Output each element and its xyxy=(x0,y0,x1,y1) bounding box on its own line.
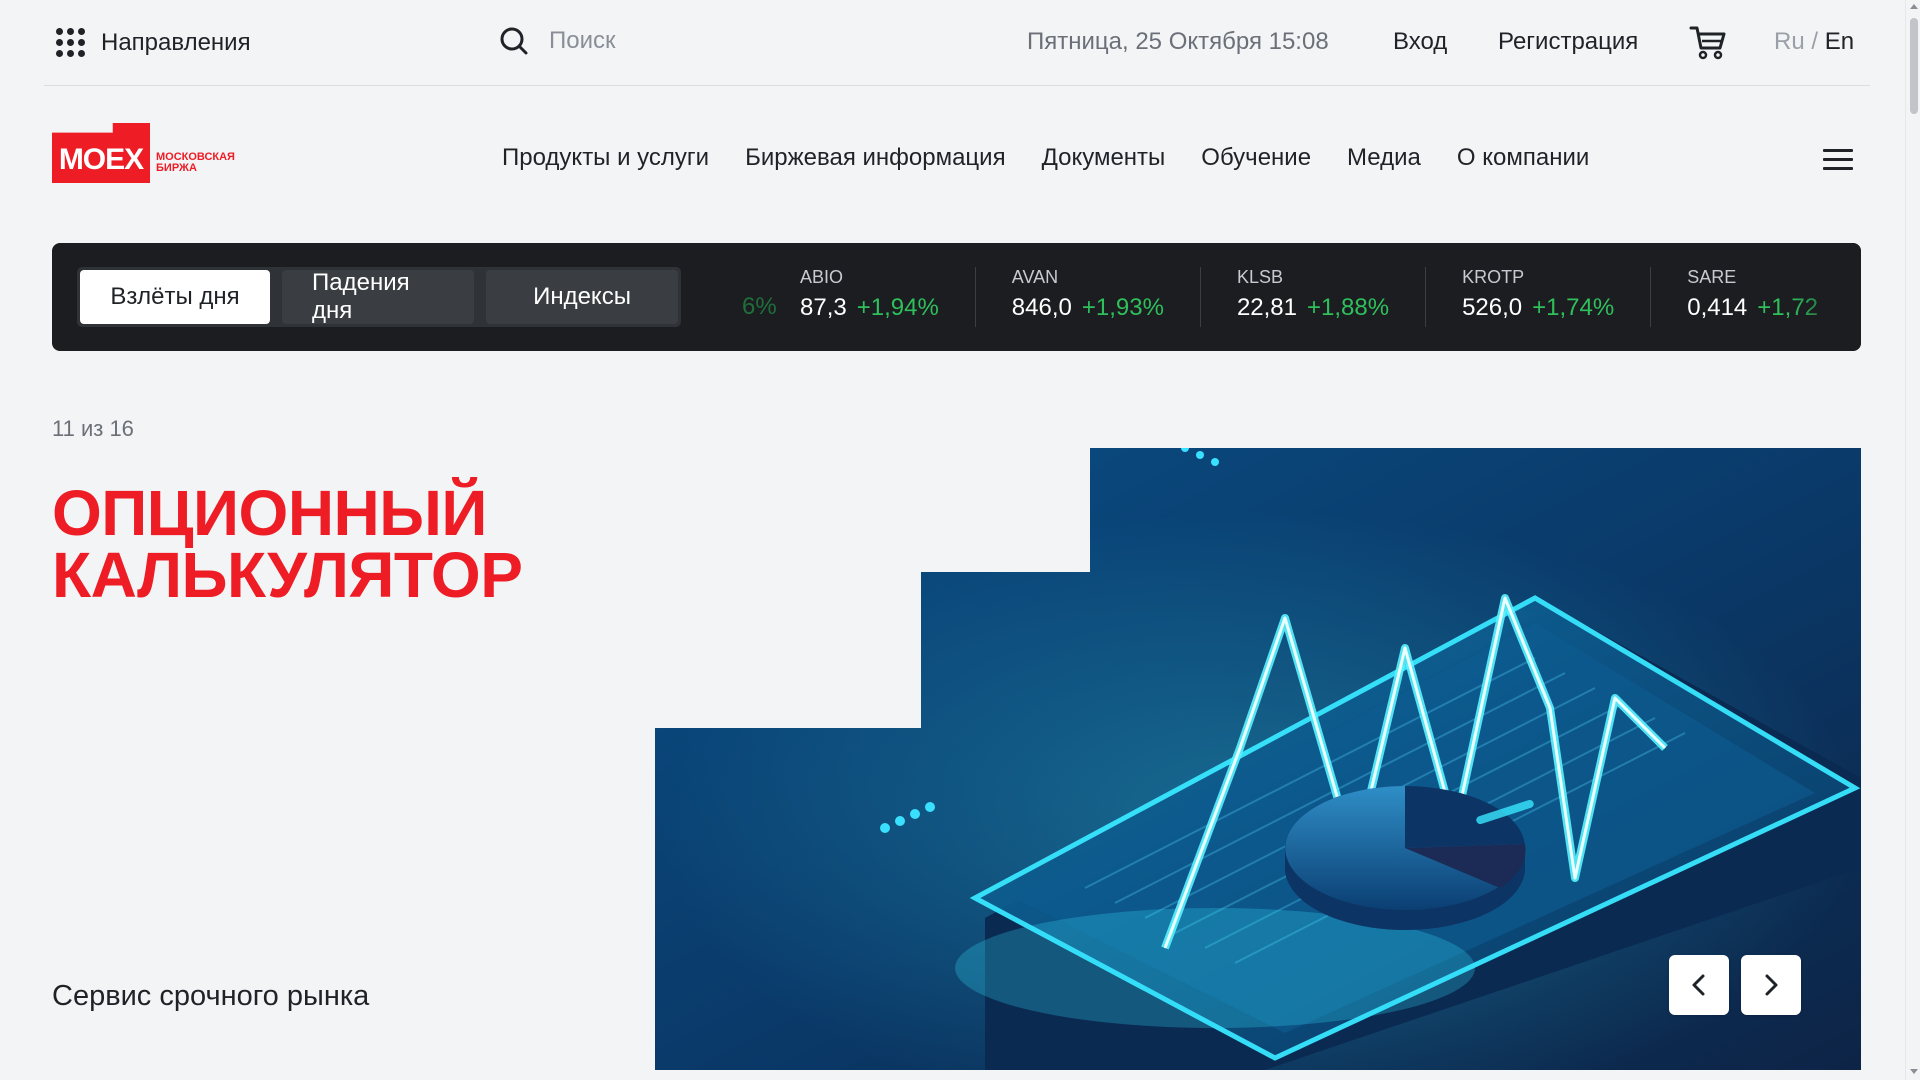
quote-symbol: AVAN xyxy=(1011,267,1059,287)
quote-price: 22,81 xyxy=(1236,294,1297,321)
slider-prev-button[interactable] xyxy=(1669,955,1729,1015)
quote-divider xyxy=(974,267,976,327)
nav-products[interactable]: Продукты и услуги xyxy=(502,144,709,172)
quote-price: 87,3 xyxy=(800,294,847,321)
ticker-fade-overlay xyxy=(1791,243,1861,351)
directions-label: Направления xyxy=(101,28,251,56)
lang-en[interactable]: En xyxy=(1825,28,1854,55)
ticker-partial-value: 6% xyxy=(742,293,777,320)
current-datetime: Пятница, 25 Октября 15:08 xyxy=(1027,28,1329,55)
ticker-quote[interactable]: AVAN 846,0 +1,93% xyxy=(1012,243,1164,351)
quote-change: +1,94% xyxy=(856,294,939,321)
ticker-tabs: Взлёты дня Падения дня Индексы xyxy=(77,267,681,327)
tab-indices[interactable]: Индексы xyxy=(486,270,678,324)
ticker-quote[interactable]: ABIO 87,3 +1,94% xyxy=(800,243,939,351)
ticker-quote[interactable]: KROTP 526,0 +1,74% xyxy=(1462,243,1614,351)
hero-title[interactable]: ОПЦИОННЫЙ КАЛЬКУЛЯТОР xyxy=(52,477,523,611)
lang-separator: / xyxy=(1804,28,1825,55)
search-input[interactable]: Поиск xyxy=(499,26,616,56)
quote-price: 0,414 xyxy=(1687,294,1748,321)
moex-logo[interactable]: MOEX Московская биржа xyxy=(52,123,235,183)
page: Направления Поиск Пятница, 25 Октября 15… xyxy=(0,0,1920,1080)
quote-price: 846,0 xyxy=(1011,294,1072,321)
logo-mark: MOEX xyxy=(52,123,150,183)
quote-symbol: KLSB xyxy=(1236,267,1283,287)
page-scrollbar[interactable] xyxy=(1905,0,1920,1080)
scroll-down-arrow-icon[interactable] xyxy=(1910,1069,1918,1074)
quote-change: +1,74% xyxy=(1532,294,1615,321)
directions-menu[interactable]: Направления xyxy=(56,28,251,57)
nav-education[interactable]: Обучение xyxy=(1201,144,1311,172)
top-bar: Направления Поиск Пятница, 25 Октября 15… xyxy=(44,0,1870,86)
quote-symbol: ABIO xyxy=(800,267,844,287)
search-icon xyxy=(500,27,528,55)
scrollbar-thumb[interactable] xyxy=(1910,18,1918,114)
register-link[interactable]: Регистрация xyxy=(1498,28,1638,56)
nav-media[interactable]: Медиа xyxy=(1347,144,1421,172)
market-ticker: Взлёты дня Падения дня Индексы 6% ABIO 8… xyxy=(52,243,1861,351)
language-switch: Ru / En xyxy=(1774,28,1854,56)
quote-symbol: KROTP xyxy=(1462,267,1525,287)
scroll-up-arrow-icon[interactable] xyxy=(1910,4,1918,9)
tab-losers[interactable]: Падения дня xyxy=(282,269,474,324)
chevron-left-icon xyxy=(1692,974,1705,996)
ticker-quote[interactable]: KLSB 22,81 +1,88% xyxy=(1237,243,1389,351)
slide-counter: 11 из 16 xyxy=(52,416,134,441)
nav-market-info[interactable]: Биржевая информация xyxy=(745,144,1006,172)
quote-change: +1,93% xyxy=(1081,294,1164,321)
tab-gainers[interactable]: Взлёты дня xyxy=(80,270,270,324)
quote-divider xyxy=(1425,267,1427,327)
hero-title-line2: КАЛЬКУЛЯТОР xyxy=(52,539,523,611)
chevron-right-icon xyxy=(1765,974,1778,996)
nav-about[interactable]: О компании xyxy=(1457,144,1589,172)
quote-divider xyxy=(1199,267,1201,327)
search-placeholder: Поиск xyxy=(549,27,616,54)
quote-change: +1,88% xyxy=(1307,294,1390,321)
main-nav: Продукты и услуги Биржевая информация До… xyxy=(502,144,1625,172)
cart-button[interactable] xyxy=(1689,23,1727,66)
logo-subtitle-line2: биржа xyxy=(156,162,197,174)
cart-icon xyxy=(1689,26,1726,60)
login-link[interactable]: Вход xyxy=(1393,28,1447,56)
quote-divider xyxy=(1650,267,1652,327)
hamburger-menu-icon[interactable] xyxy=(1823,149,1853,176)
ticker-quotes: ABIO 87,3 +1,94% AVAN 846,0 +1,93% KLSB 22… xyxy=(800,243,1854,351)
quote-price: 526,0 xyxy=(1462,294,1523,321)
nav-documents[interactable]: Документы xyxy=(1042,144,1166,172)
slider-next-button[interactable] xyxy=(1741,955,1801,1015)
hero-subtitle: Сервис срочного рынка xyxy=(52,980,370,1012)
hero-title-line1: ОПЦИОННЫЙ xyxy=(52,477,487,549)
grid-icon xyxy=(56,28,85,57)
logo-subtitle: Московская биржа xyxy=(156,152,235,174)
lang-ru[interactable]: Ru xyxy=(1774,28,1805,55)
